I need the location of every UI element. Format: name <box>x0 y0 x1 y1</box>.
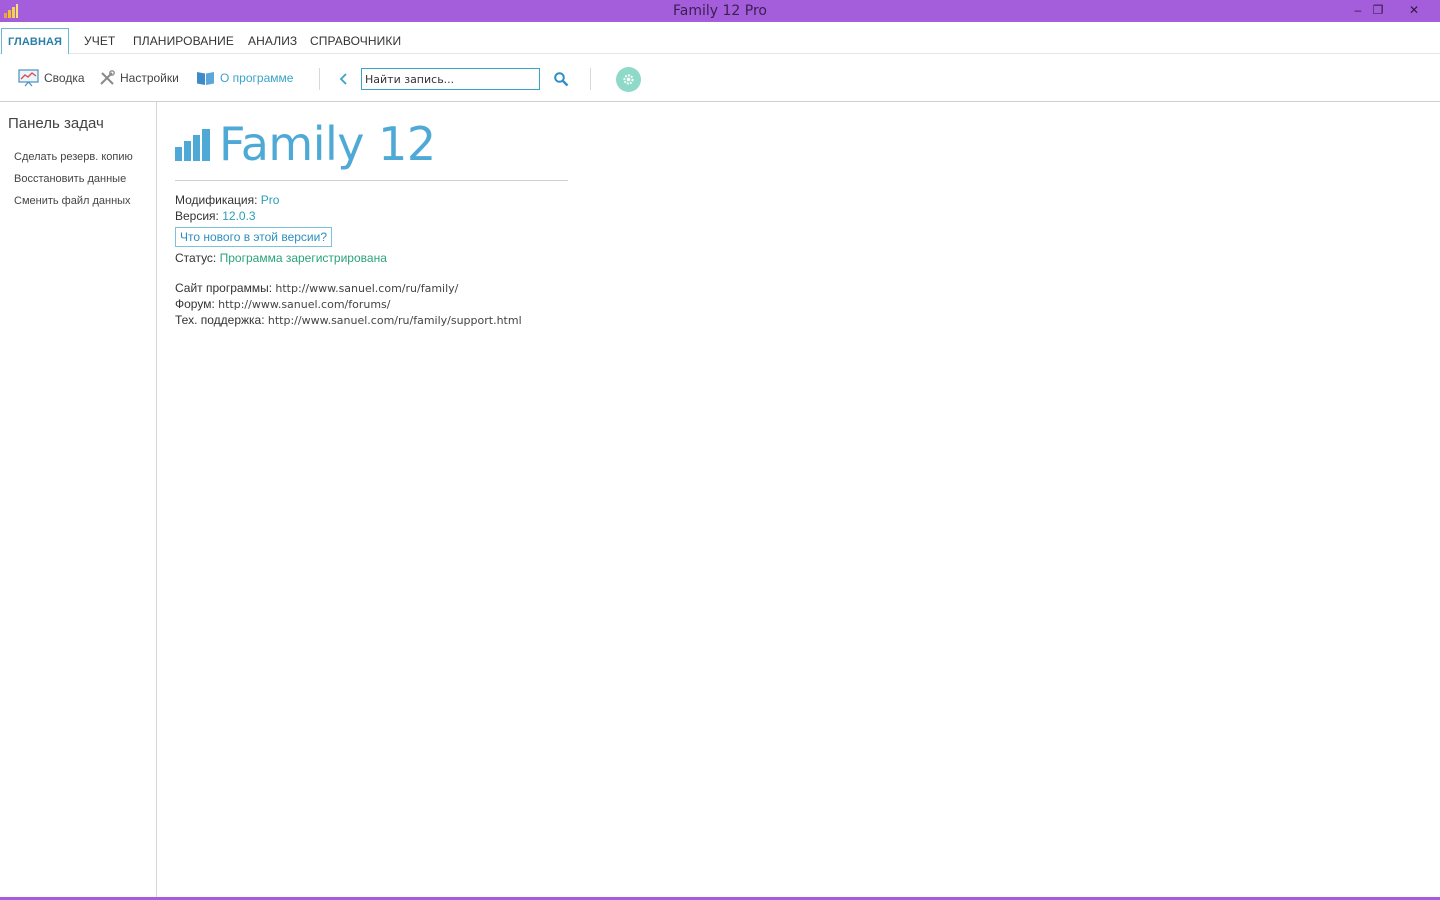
forum-label: Форум: <box>175 297 215 311</box>
toolbar-divider <box>590 68 591 90</box>
sync-gear-button[interactable] <box>616 67 641 92</box>
close-button[interactable]: ✕ <box>1395 0 1433 20</box>
site-row: Сайт программы: http://www.sanuel.com/ru… <box>175 281 458 295</box>
settings-button[interactable]: Настройки <box>99 68 179 88</box>
task-restore[interactable]: Восстановить данные <box>14 173 126 185</box>
modification-value: Pro <box>260 193 280 207</box>
settings-label: Настройки <box>120 71 179 85</box>
divider <box>175 180 568 181</box>
forum-row: Форум: http://www.sanuel.com/forums/ <box>175 297 391 311</box>
toolbar-divider <box>319 68 320 90</box>
site-label: Сайт программы: <box>175 281 273 295</box>
tab-accounting[interactable]: УЧЕТ <box>78 28 121 54</box>
status-label: Статус: <box>175 251 217 265</box>
modification-label: Модификация: <box>175 193 258 207</box>
search-input[interactable] <box>361 68 540 90</box>
search-icon[interactable] <box>553 71 569 87</box>
tab-home[interactable]: ГЛАВНАЯ <box>1 28 70 55</box>
toolbar: Сводка Настройки О программе <box>0 54 1440 102</box>
version-row: Версия: 12.0.3 <box>175 209 256 223</box>
product-logo: Family 12 <box>175 120 436 168</box>
about-button[interactable]: О программе <box>196 68 293 88</box>
whats-new-button[interactable]: Что нового в этой версии? <box>175 227 333 247</box>
modification-row: Модификация: Pro <box>175 193 279 207</box>
tab-analysis[interactable]: АНАЛИЗ <box>242 28 303 54</box>
restore-button[interactable]: ❐ <box>1362 0 1394 20</box>
version-label: Версия: <box>175 209 219 223</box>
chart-board-icon <box>18 69 39 87</box>
tab-planning[interactable]: ПЛАНИРОВАНИЕ <box>127 28 240 54</box>
about-label: О программе <box>220 71 294 85</box>
task-panel: Панель задач Сделать резерв. копию Восст… <box>0 102 157 900</box>
ribbon-tabs: ГЛАВНАЯ УЧЕТ ПЛАНИРОВАНИЕ АНАЛИЗ СПРАВОЧ… <box>0 22 1440 55</box>
site-link[interactable]: http://www.sanuel.com/ru/family/ <box>275 282 458 295</box>
support-link[interactable]: http://www.sanuel.com/ru/family/support.… <box>268 314 522 327</box>
summary-button[interactable]: Сводка <box>18 68 85 88</box>
summary-label: Сводка <box>44 71 85 85</box>
task-change-data-file[interactable]: Сменить файл данных <box>14 195 131 207</box>
tools-icon <box>100 70 115 85</box>
book-icon <box>197 72 214 85</box>
status-row: Статус: Программа зарегистрирована <box>175 251 387 265</box>
version-value: 12.0.3 <box>222 209 256 223</box>
back-arrow-icon[interactable] <box>337 71 351 87</box>
task-backup[interactable]: Сделать резерв. копию <box>14 151 133 163</box>
title-bar: Family 12 Pro – ❐ ✕ <box>0 0 1440 22</box>
bar-chart-logo-icon <box>175 129 210 161</box>
gear-icon <box>623 74 634 85</box>
tab-directories[interactable]: СПРАВОЧНИКИ <box>304 28 407 54</box>
forum-link[interactable]: http://www.sanuel.com/forums/ <box>218 298 390 311</box>
product-name: Family 12 <box>219 117 436 171</box>
task-panel-title: Панель задач <box>8 115 104 132</box>
support-row: Тех. поддержка: http://www.sanuel.com/ru… <box>175 313 522 327</box>
status-value: Программа зарегистрирована <box>219 251 387 265</box>
window-title: Family 12 Pro <box>673 3 767 19</box>
support-label: Тех. поддержка: <box>175 313 265 327</box>
